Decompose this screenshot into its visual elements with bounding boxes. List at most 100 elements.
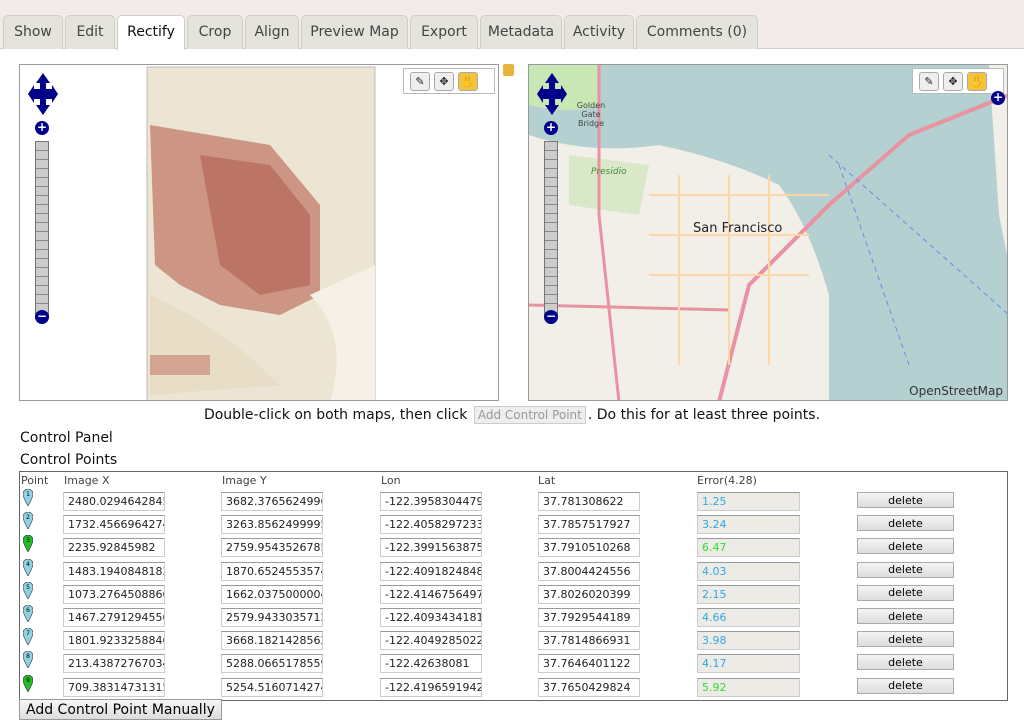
delete-button[interactable]: delete	[857, 677, 954, 694]
tab-comments[interactable]: Comments (0)	[636, 15, 758, 49]
table-row: 3 2235.92845982 2759.9543526785 -122.399156…	[20, 535, 1007, 561]
x-input[interactable]: 2235.92845982	[63, 538, 165, 558]
y-input[interactable]: 2759.9543526785	[221, 538, 323, 558]
pan-arrows-icon[interactable]	[28, 73, 58, 115]
lon-input[interactable]: -122.4146756497	[380, 584, 482, 604]
map-toolbar: ✎ ✥ ✋	[403, 68, 495, 94]
control-points-table: Point Image X Image Y Lon Lat Error(4.28…	[19, 471, 1008, 701]
lon-input[interactable]: -122.4093434181	[380, 608, 482, 627]
lat-input[interactable]: 37.7929544189	[538, 608, 640, 627]
delete-button[interactable]: delete	[857, 654, 954, 671]
x-input[interactable]: 1801.9233258846	[63, 631, 165, 651]
table-row: 7 1801.9233258846 3668.1821428562 -122.4049…	[20, 628, 1007, 654]
pin-number: 6	[26, 607, 30, 614]
pan-hand-icon[interactable]: ✋	[967, 72, 987, 91]
tab-export[interactable]: Export	[410, 15, 478, 49]
pin-number: 8	[26, 653, 30, 660]
y-input[interactable]: 5254.5160714274	[221, 677, 323, 697]
lon-input[interactable]: -122.3958304479	[380, 492, 482, 511]
delete-button[interactable]: delete	[857, 631, 954, 648]
tab-metadata[interactable]: Metadata	[480, 15, 562, 49]
instructions: Double-click on both maps, then click Ad…	[0, 406, 1024, 424]
add-control-point-manually-button[interactable]: Add Control Point Manually	[19, 699, 222, 720]
lat-input[interactable]: 37.7814866931	[538, 631, 640, 651]
tab-edit[interactable]: Edit	[65, 15, 115, 49]
zoom-slider[interactable]	[544, 141, 558, 316]
lat-input[interactable]: 37.8026020399	[538, 584, 640, 604]
lock-icon[interactable]	[503, 64, 514, 76]
pan-zoom-control	[28, 73, 58, 115]
tab-show[interactable]: Show	[3, 15, 63, 49]
pan-hand-icon[interactable]: ✋	[458, 72, 478, 91]
error-field: 3.24	[697, 515, 800, 535]
marker-pin-icon: 1	[23, 489, 33, 506]
delete-button[interactable]: delete	[857, 561, 954, 578]
x-input[interactable]: 1483.1940848183	[63, 561, 165, 581]
delete-button[interactable]: delete	[857, 584, 954, 601]
source-image-map[interactable]: + − ✎ ✥ ✋	[19, 64, 499, 401]
table-row: 2 1732.4566964274 3263.8562499995 -122.4058…	[20, 512, 1007, 538]
marker-pin-icon: 4	[23, 558, 33, 576]
error-field: 4.03	[697, 561, 800, 581]
tab-activity[interactable]: Activity	[564, 15, 634, 49]
zoom-slider[interactable]	[35, 141, 49, 316]
x-input[interactable]: 213.43872767034	[63, 654, 165, 674]
lat-input[interactable]: 37.7646401122	[538, 654, 640, 674]
x-input[interactable]: 1732.4566964274	[63, 515, 165, 535]
error-field: 3.98	[697, 631, 800, 651]
y-input[interactable]: 1662.0375000004	[221, 584, 323, 604]
lon-input[interactable]: -122.3991563875	[380, 538, 482, 558]
control-panel-title: Control Panel	[20, 430, 113, 446]
delete-button[interactable]: delete	[857, 492, 954, 508]
zoom-in-button[interactable]: +	[35, 121, 49, 135]
tab-preview-map[interactable]: Preview Map	[301, 15, 408, 49]
zoom-out-button[interactable]: −	[544, 310, 558, 324]
delete-button[interactable]: delete	[857, 608, 954, 624]
pan-arrows-icon[interactable]	[537, 73, 567, 115]
lon-input[interactable]: -122.4196591942	[380, 677, 482, 697]
error-field: 4.66	[697, 608, 800, 627]
error-field: 6.47	[697, 538, 800, 558]
lat-input[interactable]: 37.7910510268	[538, 538, 640, 558]
add-point-icon[interactable]: ✎	[410, 72, 430, 91]
marker-pin-icon: 7	[23, 628, 33, 646]
zoom-out-button[interactable]: −	[35, 310, 49, 324]
delete-button[interactable]: delete	[857, 538, 954, 555]
y-input[interactable]: 3682.3765624996	[221, 492, 323, 511]
lat-input[interactable]: 37.781308622	[538, 492, 640, 511]
move-icon[interactable]: ✥	[943, 72, 963, 91]
tab-rectify[interactable]: Rectify	[117, 15, 185, 50]
error-field: 4.17	[697, 654, 800, 674]
y-input[interactable]: 3668.1821428562	[221, 631, 323, 651]
marker-pin-icon: 9	[23, 674, 33, 692]
zoom-in-button[interactable]: +	[544, 121, 558, 135]
delete-button[interactable]: delete	[857, 515, 954, 532]
x-input[interactable]: 709.38314731315	[63, 677, 165, 697]
x-input[interactable]: 1467.2791294556	[63, 608, 165, 627]
y-input[interactable]: 2579.9433035712	[221, 608, 323, 627]
lat-input[interactable]: 37.7857517927	[538, 515, 640, 535]
x-input[interactable]: 1073.2764508866	[63, 584, 165, 604]
add-control-point-button[interactable]: Add Control Point	[473, 406, 586, 424]
lon-input[interactable]: -122.42638081	[380, 654, 482, 674]
lat-input[interactable]: 37.8004424556	[538, 561, 640, 581]
y-input[interactable]: 1870.6524553574	[221, 561, 323, 581]
tab-crop[interactable]: Crop	[187, 15, 243, 49]
reference-osm-map[interactable]: San Francisco Golden Gate Bridge Presidi…	[528, 64, 1008, 401]
lon-input[interactable]: -122.4091824848	[380, 561, 482, 581]
instruction-text: Double-click on both maps, then click	[203, 407, 468, 423]
y-input[interactable]: 5288.0665178559	[221, 654, 323, 674]
lat-input[interactable]: 37.7650429824	[538, 677, 640, 697]
add-point-icon[interactable]: ✎	[919, 72, 939, 91]
tab-bar: Show Edit Rectify Crop Align Preview Map Expor…	[0, 0, 1024, 50]
error-field: 1.25	[697, 492, 800, 511]
tab-align[interactable]: Align	[245, 15, 299, 49]
lon-input[interactable]: -122.4058297233	[380, 515, 482, 535]
x-input[interactable]: 2480.0294642845	[63, 492, 165, 511]
lon-input[interactable]: -122.4049285022	[380, 631, 482, 651]
y-input[interactable]: 3263.8562499995	[221, 515, 323, 535]
instruction-text-end: . Do this for at least three points.	[587, 407, 821, 423]
layer-switcher-button[interactable]: +	[991, 91, 1005, 105]
move-icon[interactable]: ✥	[434, 72, 454, 91]
pin-number: 3	[26, 537, 30, 544]
